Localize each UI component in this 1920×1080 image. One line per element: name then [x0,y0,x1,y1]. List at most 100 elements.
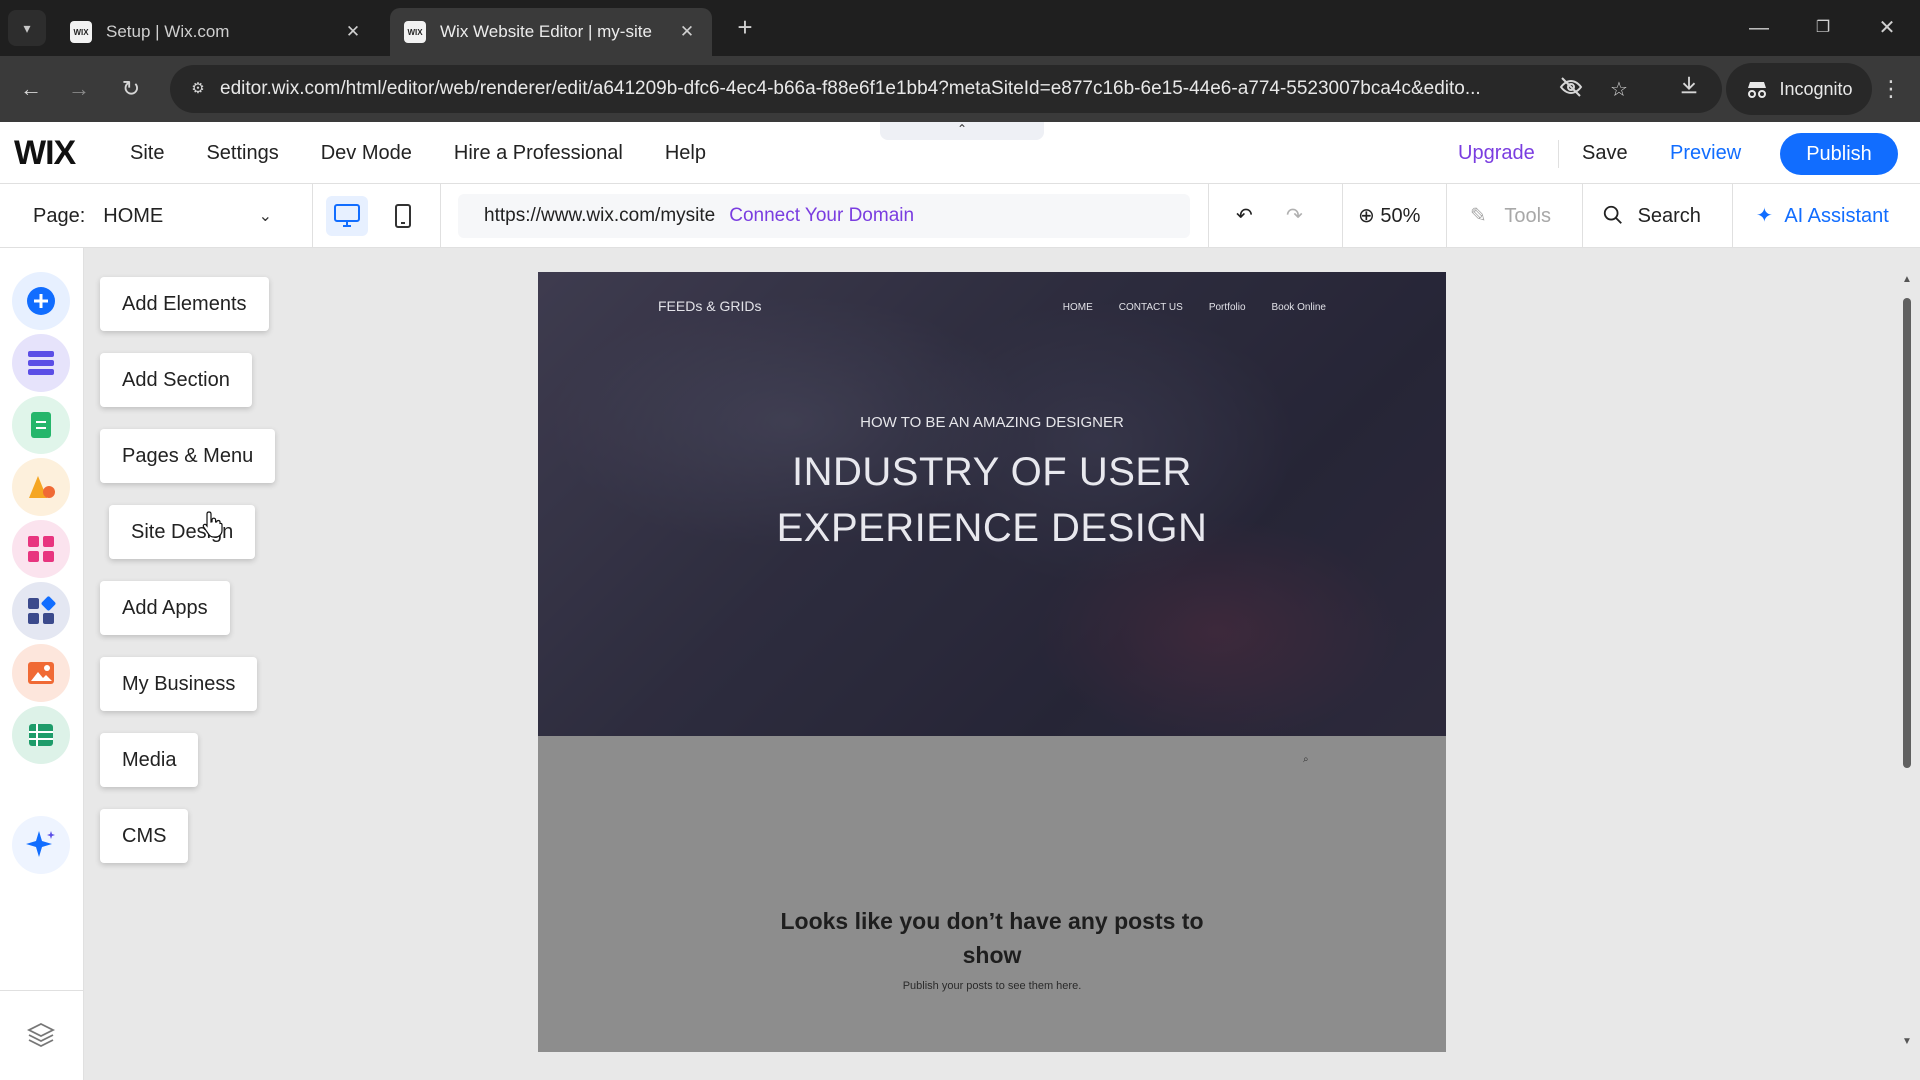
label-add-apps[interactable]: Add Apps [100,581,230,635]
hero-kicker[interactable]: HOW TO BE AN AMAZING DESIGNER [538,414,1446,431]
tab-title: Setup | Wix.com [106,22,230,41]
empty-posts-subtitle[interactable]: Publish your posts to see them here. [538,980,1446,992]
address-bar[interactable]: ⚙ editor.wix.com/html/editor/web/rendere… [170,65,1722,113]
browser-tab-editor[interactable]: WIX Wix Website Editor | my-site ✕ [390,8,712,56]
tab-search-dropdown[interactable]: ▾ [8,10,46,46]
blog-section[interactable]: ⌕ Looks like you don’t have any posts to… [538,736,1446,1052]
ai-sparkle-button[interactable] [12,816,70,874]
scroll-up-icon[interactable]: ▲ [1900,274,1914,285]
menu-help[interactable]: Help [665,142,706,165]
empty-posts-title[interactable]: Looks like you don’t have any posts to s… [538,904,1446,972]
menu-dev-mode[interactable]: Dev Mode [321,142,412,165]
undo-icon[interactable]: ↶ [1236,184,1253,248]
divider [1558,140,1559,168]
cms-button[interactable] [12,706,70,764]
minimize-icon[interactable]: — [1734,8,1784,48]
site-nav[interactable]: HOME CONTACT US Portfolio Book Online [1063,302,1326,313]
site-nav-contact[interactable]: CONTACT US [1119,302,1183,313]
empty-title-line: show [962,942,1022,968]
search-icon[interactable]: ⌕ [1303,754,1309,765]
browser-tab-setup[interactable]: WIX Setup | Wix.com ✕ [56,8,378,56]
search-button[interactable]: Search [1602,184,1701,248]
reload-icon[interactable]: ↻ [112,70,150,108]
browser-menu-icon[interactable]: ⋮ [1876,70,1906,108]
site-address-field[interactable]: https://www.wix.com/mysite Connect Your D… [458,194,1190,238]
label-cms[interactable]: CMS [100,809,189,863]
preview-button[interactable]: Preview [1670,122,1741,184]
editor-menu: Site Settings Dev Mode Hire a Profession… [130,122,706,184]
window-close-icon[interactable]: ✕ [1862,8,1912,48]
restore-icon[interactable]: ❐ [1798,8,1848,48]
zoom-in-icon: ⊕ [1358,205,1375,227]
tools-label: Tools [1504,205,1552,227]
menu-site[interactable]: Site [130,142,164,165]
canvas-scrollbar[interactable]: ▲ ▼ [1900,272,1914,1052]
forward-icon[interactable]: → [60,70,98,108]
add-apps-button[interactable] [12,520,70,578]
desktop-view-button[interactable] [326,196,368,236]
download-icon[interactable] [1670,70,1708,108]
editor-canvas[interactable]: FEEDs & GRIDs HOME CONTACT US Portfolio … [538,272,1446,1052]
back-icon[interactable]: ← [12,70,50,108]
chevron-down-icon: ⌄ [258,208,272,225]
divider [1342,184,1343,248]
label-site-design[interactable]: Site Design [109,505,256,559]
address-url[interactable]: editor.wix.com/html/editor/web/renderer/… [220,65,1610,113]
wix-logo[interactable]: WIX [14,134,76,173]
eye-off-icon[interactable] [1556,75,1586,105]
tools-button[interactable]: ✎ Tools [1470,184,1551,248]
close-icon[interactable]: ✕ [676,22,698,42]
pages-menu-button[interactable] [12,396,70,454]
scrollbar-thumb[interactable] [1903,298,1911,768]
wix-top-bar: WIX Site Settings Dev Mode Hire a Profes… [0,122,1920,184]
empty-title-line: Looks like you don’t have any posts to [780,908,1204,934]
site-name[interactable]: FEEDs & GRIDs [658,298,761,314]
plus-icon [27,287,55,315]
collapse-toolbar-handle[interactable]: ⌃ [880,122,1044,140]
redo-icon[interactable]: ↷ [1286,184,1303,248]
sparkle-icon: ✦ [1756,205,1773,227]
menu-hire-professional[interactable]: Hire a Professional [454,142,623,165]
site-nav-portfolio[interactable]: Portfolio [1209,302,1246,313]
incognito-badge[interactable]: Incognito [1726,63,1872,115]
add-elements-button[interactable] [12,272,70,330]
page-label: Page: [33,204,86,227]
layers-button[interactable] [12,1006,70,1064]
star-icon[interactable]: ☆ [1604,75,1634,105]
site-url: https://www.wix.com/mysite [484,205,716,226]
mobile-view-button[interactable] [382,196,424,236]
hero-title-line: EXPERIENCE DESIGN [776,506,1208,550]
media-button[interactable] [12,644,70,702]
add-section-button[interactable] [12,334,70,392]
site-design-button[interactable] [12,458,70,516]
editor-toolbar: Page: HOME ⌄ https://www.wix.com/mysite C… [0,184,1920,248]
business-icon [28,596,56,624]
my-business-button[interactable] [12,582,70,640]
close-icon[interactable]: ✕ [342,22,364,42]
design-icon [29,476,55,498]
page-selector[interactable]: Page: HOME ⌄ [0,184,313,248]
ai-assistant-button[interactable]: ✦ AI Assistant [1756,184,1889,248]
hero-title[interactable]: INDUSTRY OF USER EXPERIENCE DESIGN [538,444,1446,556]
publish-button[interactable]: Publish [1780,133,1898,175]
new-tab-button[interactable]: + [730,12,760,44]
connect-domain-link[interactable]: Connect Your Domain [729,205,914,226]
zoom-button[interactable]: ⊕ 50% [1358,184,1420,248]
scroll-down-icon[interactable]: ▼ [1900,1036,1914,1047]
label-add-section[interactable]: Add Section [100,353,252,407]
site-nav-book-online[interactable]: Book Online [1272,302,1326,313]
hero-section[interactable]: FEEDs & GRIDs HOME CONTACT US Portfolio … [538,272,1446,736]
site-info-icon[interactable]: ⚙ [186,77,210,101]
divider [0,990,84,991]
save-button[interactable]: Save [1582,122,1628,184]
upgrade-button[interactable]: Upgrade [1458,122,1535,184]
mobile-icon [395,204,411,228]
site-nav-home[interactable]: HOME [1063,302,1093,313]
divider [1582,184,1583,248]
label-media[interactable]: Media [100,733,199,787]
label-add-elements[interactable]: Add Elements [100,277,269,331]
section-icon [28,351,54,375]
menu-settings[interactable]: Settings [206,142,278,165]
label-pages-menu[interactable]: Pages & Menu [100,429,276,483]
label-my-business[interactable]: My Business [100,657,258,711]
